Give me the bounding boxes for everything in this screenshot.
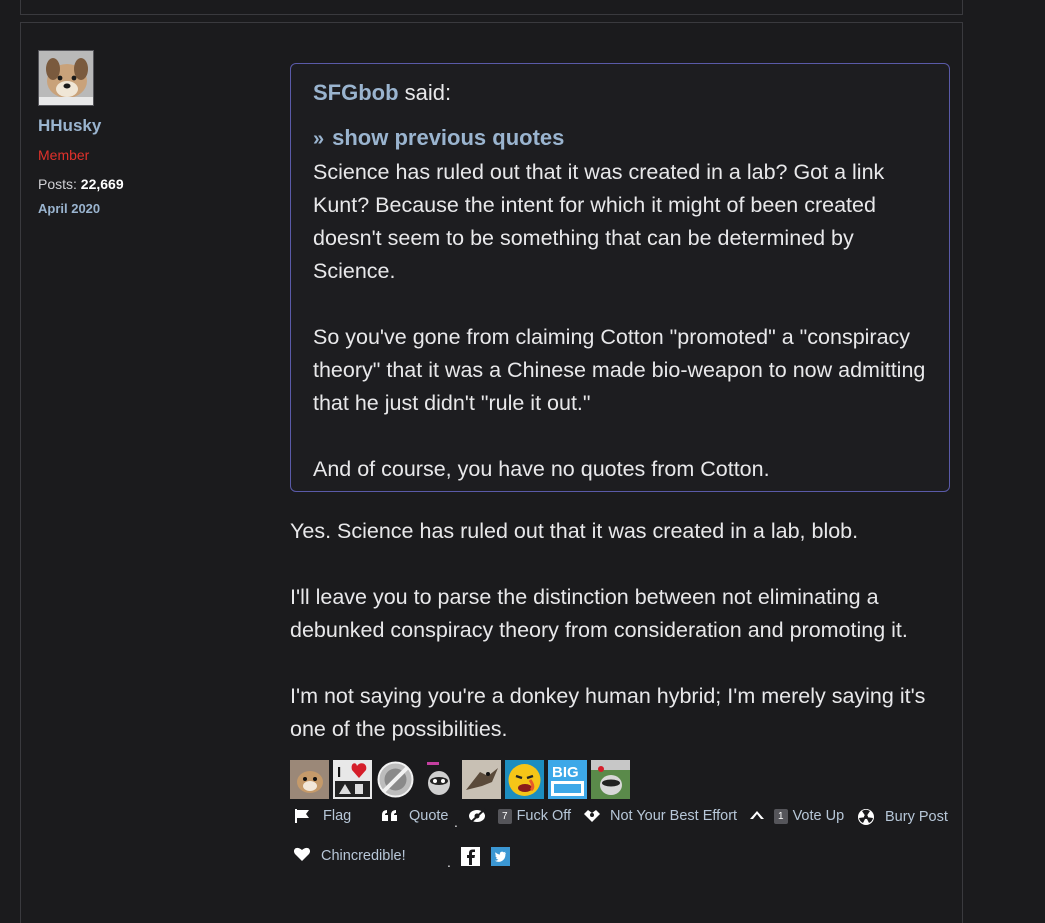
show-previous-quotes-link[interactable]: » show previous quotes (313, 125, 564, 151)
twitter-share-button[interactable] (491, 847, 510, 866)
bird-reaction-icon[interactable] (462, 760, 501, 799)
quote-block: SFGbob said: » show previous quotes Scien… (290, 63, 950, 492)
quote-said: said: (398, 80, 452, 105)
user-role: Member (38, 147, 90, 163)
post: HHusky Member Posts: 22,669 April 2020 S… (20, 22, 963, 923)
fuck-off-label: Fuck Off (516, 808, 572, 824)
separator-dot: . (447, 854, 451, 870)
quote-author[interactable]: SFGbob (313, 80, 399, 105)
no-symbol-reaction-icon[interactable] (376, 760, 415, 799)
dog-avatar-icon (39, 51, 93, 105)
big-reaction-icon[interactable]: BIG (548, 760, 587, 799)
raccoon-flag-reaction-icon[interactable] (591, 760, 630, 799)
post-paragraph: I'll leave you to parse the distinction … (290, 585, 908, 642)
i-heart-reaction-icon[interactable]: I (333, 760, 372, 799)
heart-icon (293, 847, 311, 861)
not-your-best-effort-label: Not Your Best Effort (610, 808, 738, 824)
raccoon-reaction-icon[interactable] (419, 760, 458, 799)
vote-up-count: 1 (774, 808, 788, 824)
quote-button[interactable]: Quote (381, 808, 449, 824)
eye-slash-icon (469, 808, 486, 824)
double-chevron-right-icon: » (313, 128, 325, 150)
flag-icon (295, 809, 309, 823)
separator-dot: . (454, 814, 458, 830)
user-avatar[interactable] (38, 50, 94, 106)
chincredible-button[interactable]: Chincredible! (293, 847, 406, 864)
post-body: Yes. Science has ruled out that it was c… (290, 515, 965, 779)
vote-up-reaction[interactable]: 1 Vote Up (774, 808, 844, 824)
vote-up-label: Vote Up (792, 808, 845, 824)
post-paragraph: Yes. Science has ruled out that it was c… (290, 519, 859, 543)
reaction-text: BIG (552, 764, 579, 781)
sad-face-reaction-icon[interactable] (505, 760, 544, 799)
post-count-value: 22,669 (80, 176, 124, 192)
post-count-label: Posts: (38, 176, 77, 192)
chevron-up-icon (750, 811, 764, 819)
quote-header: SFGbob said: (313, 80, 451, 106)
quote-body: Science has ruled out that it was create… (313, 156, 938, 519)
chincredible-label: Chincredible! (321, 848, 406, 864)
username[interactable]: HHusky (38, 116, 101, 136)
quote-paragraph: And of course, you have no quotes from C… (313, 457, 770, 481)
fuck-off-reaction[interactable]: 7 Fuck Off (498, 808, 571, 824)
bury-post-button[interactable]: Bury Post (857, 808, 948, 826)
quote-label: Quote (409, 808, 449, 824)
bury-post-label: Bury Post (885, 809, 948, 825)
flag-button[interactable]: Flag (293, 808, 351, 824)
quote-icon (382, 810, 397, 821)
flag-label: Flag (323, 808, 352, 824)
fuck-off-button[interactable] (467, 808, 489, 825)
twitter-icon (491, 847, 510, 866)
not-your-best-effort-button[interactable]: Not Your Best Effort (583, 808, 737, 824)
facebook-icon (461, 847, 480, 866)
fuck-off-count: 7 (498, 808, 512, 824)
post-paragraph: I'm not saying you're a donkey human hyb… (290, 684, 926, 741)
previous-post-frame (20, 0, 963, 15)
show-previous-quotes-label: show previous quotes (332, 125, 565, 150)
facebook-share-button[interactable] (461, 847, 480, 866)
post-count: Posts: 22,669 (38, 176, 124, 192)
dog-reaction-icon[interactable] (290, 760, 329, 799)
radiation-icon (858, 809, 874, 825)
post-date[interactable]: April 2020 (38, 201, 100, 216)
quote-paragraph: Science has ruled out that it was create… (313, 160, 885, 283)
quote-paragraph: So you've gone from claiming Cotton "pro… (313, 325, 926, 415)
vote-up-button[interactable] (748, 808, 766, 822)
thumb-icon (584, 810, 600, 822)
reaction-text: I (337, 764, 341, 781)
